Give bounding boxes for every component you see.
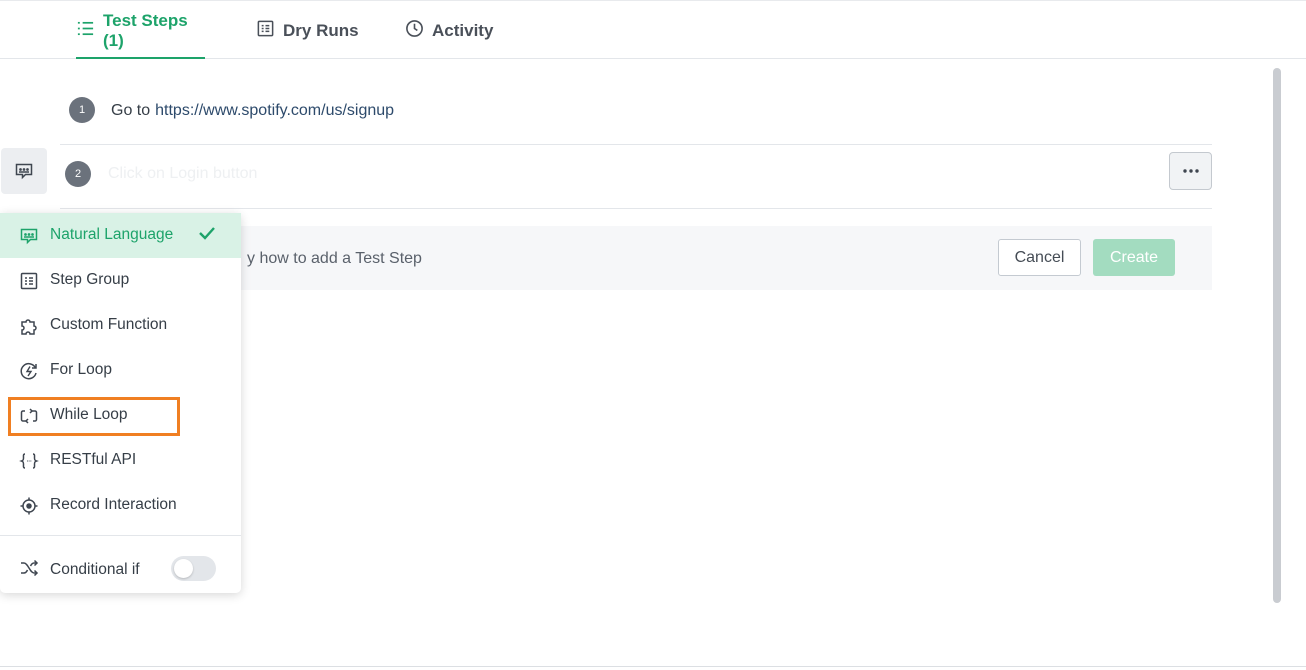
test-step-editor-row[interactable]: 2 Click on Login button <box>60 145 1212 209</box>
step-number-badge: 2 <box>65 161 91 187</box>
menu-item-label: RESTful API <box>50 451 137 468</box>
menu-item-natural-language[interactable]: Natural Language <box>0 213 241 258</box>
help-text[interactable]: y how to add a Test Step <box>247 250 422 268</box>
vertical-scrollbar[interactable] <box>1273 68 1281 603</box>
natural-language-icon <box>15 163 33 180</box>
step-type-selector-button[interactable] <box>1 148 47 194</box>
cancel-button[interactable]: Cancel <box>998 239 1081 276</box>
tab-bar: Test Steps (1) Dry Runs Activity <box>0 2 1306 59</box>
menu-divider <box>0 535 241 536</box>
menu-item-for-loop[interactable]: For Loop <box>0 348 241 393</box>
menu-item-label: Step Group <box>50 271 130 288</box>
step-action: Go to <box>111 102 151 119</box>
tab-activity-label: Activity <box>432 20 494 40</box>
menu-item-label: Natural Language <box>50 226 174 243</box>
menu-item-label: Record Interaction <box>50 496 177 513</box>
step-description: Go to https://www.spotify.com/us/signup <box>111 102 394 120</box>
tab-test-steps[interactable]: Test Steps (1) <box>76 2 205 59</box>
menu-item-custom-function[interactable]: Custom Function <box>0 303 241 348</box>
for-loop-icon <box>19 361 39 381</box>
checkmark-icon <box>199 227 215 240</box>
step-input[interactable]: Click on Login button <box>108 165 257 183</box>
tab-dry-runs-label: Dry Runs <box>283 20 359 40</box>
toggle-knob <box>174 559 193 578</box>
tab-test-steps-label: Test Steps (1) <box>103 10 188 50</box>
conditional-if-toggle[interactable] <box>171 556 216 581</box>
tab-activity[interactable]: Activity <box>405 2 493 59</box>
clock-icon <box>405 19 424 43</box>
help-bar: y how to add a Test Step Cancel Create <box>160 226 1212 290</box>
menu-item-record-interaction[interactable]: Record Interaction <box>0 483 241 528</box>
shuffle-icon <box>19 558 39 578</box>
ellipsis-icon <box>1182 169 1199 173</box>
create-button[interactable]: Create <box>1093 239 1175 276</box>
step-group-icon <box>19 271 39 291</box>
list-icon <box>76 19 95 43</box>
braces-icon <box>19 451 39 471</box>
menu-item-step-group[interactable]: Step Group <box>0 258 241 303</box>
natural-language-icon <box>19 226 39 246</box>
highlight-box <box>8 397 180 436</box>
record-icon <box>19 496 39 516</box>
menu-item-label: For Loop <box>50 361 113 378</box>
conditional-if-label: Conditional if <box>50 561 140 578</box>
step-url[interactable]: https://www.spotify.com/us/signup <box>155 102 394 119</box>
menu-item-restful-api[interactable]: RESTful API <box>0 438 241 483</box>
tab-dry-runs[interactable]: Dry Runs <box>256 2 359 59</box>
step-number-badge: 1 <box>69 97 95 123</box>
step-type-menu: Natural Language Step Group Custom Funct… <box>0 213 241 593</box>
more-options-button[interactable] <box>1169 152 1212 190</box>
bottom-border <box>0 666 1306 667</box>
menu-item-label: Custom Function <box>50 316 168 333</box>
document-icon <box>256 19 275 43</box>
test-step-row[interactable]: 1 Go to https://www.spotify.com/us/signup <box>60 90 1212 145</box>
puzzle-icon <box>19 316 39 336</box>
